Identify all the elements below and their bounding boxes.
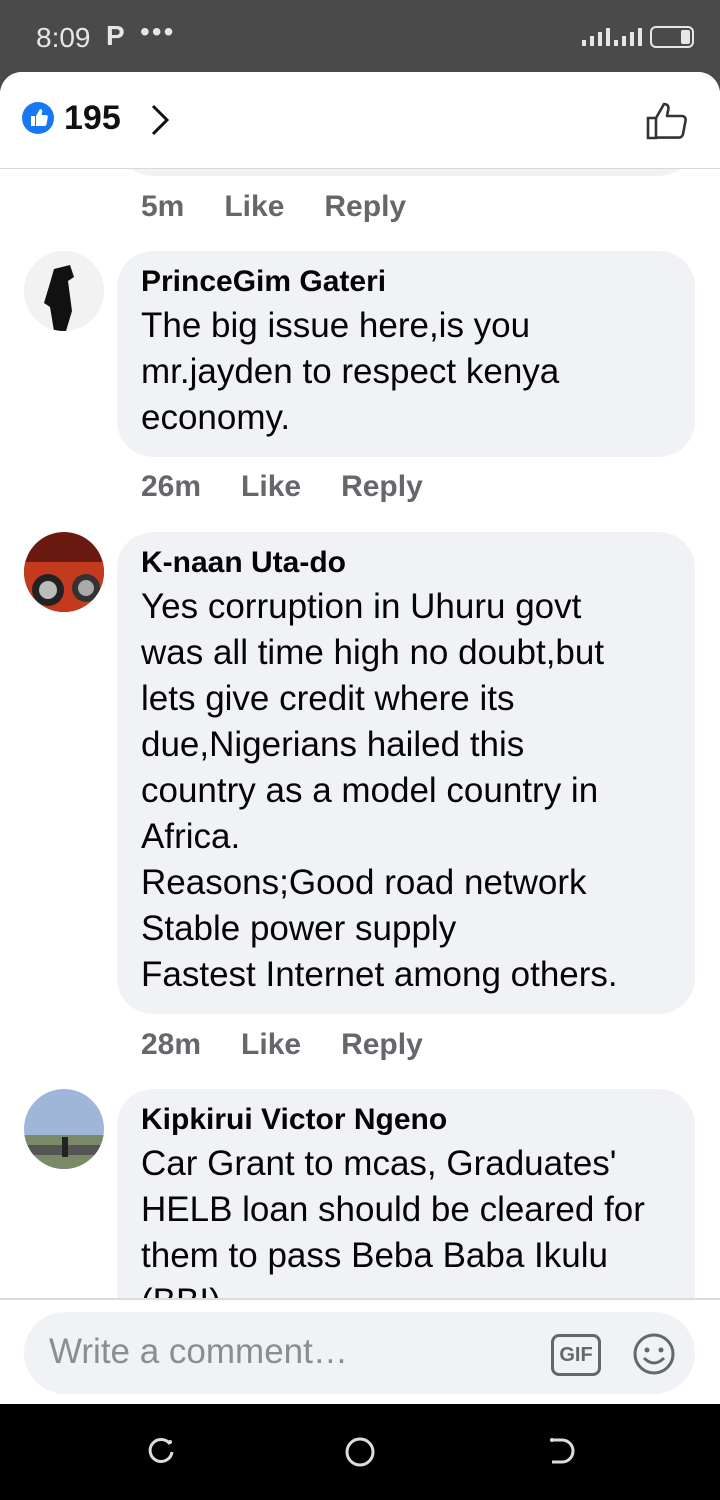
- recent-apps-icon[interactable]: [146, 1436, 176, 1466]
- like-link[interactable]: Like: [224, 190, 284, 223]
- comment-time: 26m: [141, 470, 202, 503]
- reply-link[interactable]: Reply: [341, 470, 423, 503]
- battery-icon: [650, 26, 694, 48]
- comment-time: 28m: [141, 1028, 202, 1061]
- reactions-header: 195: [0, 72, 720, 169]
- comment-time: 5m: [141, 190, 185, 223]
- like-link[interactable]: Like: [241, 1028, 301, 1061]
- comment-actions: 28m Like Reply: [141, 1028, 463, 1062]
- comment-author[interactable]: PrinceGim Gateri: [141, 265, 671, 299]
- avatar[interactable]: [24, 1089, 104, 1169]
- avatar[interactable]: [24, 532, 104, 612]
- comments-sheet: 195 5m Like Reply PrinceGim Gateri The big…: [0, 72, 720, 1404]
- comment-author[interactable]: Kipkirui Victor Ngeno: [141, 1103, 671, 1137]
- gif-button[interactable]: GIF: [551, 1334, 601, 1376]
- comment-text: Car Grant to mcas, Graduates' HELB loan …: [141, 1144, 645, 1298]
- app-notification-icon: P: [106, 20, 125, 51]
- comment-input[interactable]: Write a comment… GIF: [24, 1312, 695, 1394]
- comment-placeholder: Write a comment…: [49, 1332, 348, 1371]
- comment-author[interactable]: K-naan Uta-do: [141, 546, 671, 580]
- system-nav-bar: [0, 1404, 720, 1500]
- status-time: 8:09: [36, 22, 91, 53]
- comment-bubble: Kipkirui Victor Ngeno Car Grant to mcas,…: [117, 1089, 695, 1298]
- reply-link[interactable]: Reply: [341, 1028, 423, 1061]
- comment-text: The big issue here,is you mr.jayden to r…: [141, 306, 560, 437]
- like-reaction-icon: [22, 102, 54, 134]
- back-icon[interactable]: [546, 1436, 576, 1466]
- comment-list[interactable]: 5m Like Reply PrinceGim Gateri The big iss…: [0, 168, 720, 1298]
- comment-bubble: K-naan Uta-do Yes corruption in Uhuru go…: [117, 532, 695, 1014]
- status-bar: 8:09 P •••: [0, 0, 720, 72]
- thumbs-up-icon[interactable]: [644, 98, 690, 142]
- previous-comment-bubble: [117, 168, 695, 176]
- more-notifications-icon: •••: [140, 16, 176, 47]
- avatar[interactable]: [24, 251, 104, 331]
- emoji-icon[interactable]: [632, 1332, 676, 1376]
- chevron-right-icon[interactable]: [148, 102, 172, 138]
- home-icon[interactable]: [344, 1436, 376, 1468]
- like-link[interactable]: Like: [241, 470, 301, 503]
- comment-actions: 26m Like Reply: [141, 470, 463, 504]
- mobile-data-icon: [614, 28, 642, 46]
- comment-bubble: PrinceGim Gateri The big issue here,is y…: [117, 251, 695, 457]
- comment-text: Yes corruption in Uhuru govt was all tim…: [141, 587, 618, 994]
- comment-composer: Write a comment… GIF: [0, 1298, 720, 1404]
- reply-link[interactable]: Reply: [324, 190, 406, 223]
- comment-actions: 5m Like Reply: [141, 190, 446, 224]
- reaction-count[interactable]: 195: [64, 99, 121, 138]
